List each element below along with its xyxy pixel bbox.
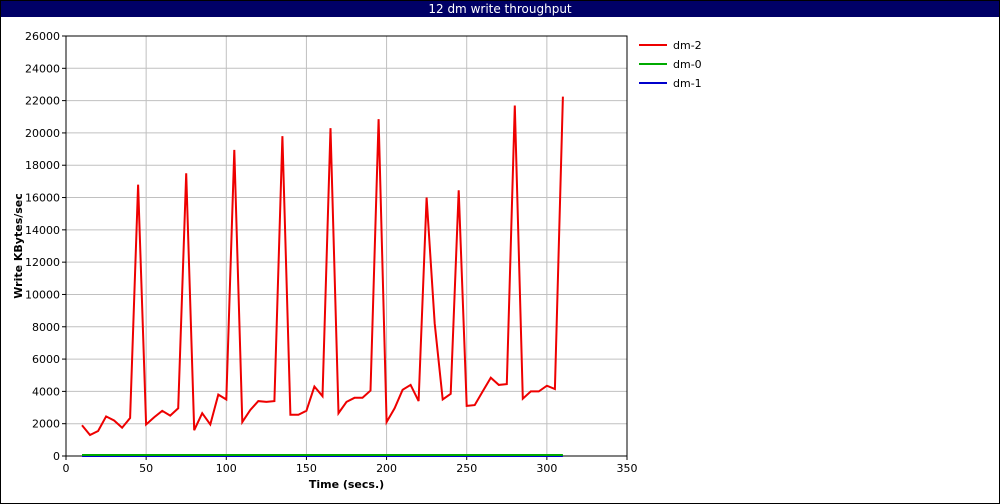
chart-frame: 12 dm write throughput 0 2000 4000 6000 8000… <box>0 0 1000 504</box>
legend: dm-2 dm-0 dm-1 <box>639 39 702 90</box>
y-tick-label: 6000 <box>32 353 60 366</box>
x-tick-label: 250 <box>456 462 477 475</box>
grid <box>66 36 627 456</box>
series-line-dm-2 <box>81 96 564 437</box>
y-tick-label: 16000 <box>25 192 60 205</box>
legend-label-dm-0: dm-0 <box>673 58 702 71</box>
y-tick-label: 24000 <box>25 62 60 75</box>
y-tick-label: 20000 <box>25 127 60 140</box>
y-axis-ticks: 0 2000 4000 6000 8000 10000 12000 14000 16000 180… <box>25 30 66 463</box>
y-tick-label: 2000 <box>32 418 60 431</box>
x-tick-label: 50 <box>139 462 153 475</box>
y-tick-label: 14000 <box>25 224 60 237</box>
y-tick-label: 0 <box>53 450 60 463</box>
throughput-chart: 0200040006000800010000120001400016000180… <box>12 30 702 491</box>
y-tick-label: 8000 <box>32 321 60 334</box>
legend-label-dm-1: dm-1 <box>673 77 702 90</box>
x-tick-label: 350 <box>617 462 638 475</box>
plot-area <box>65 35 628 457</box>
y-tick-label: 4000 <box>32 385 60 398</box>
x-axis-ticks: 0 50 100 150 200 250 300 350 <box>63 456 638 475</box>
x-tick-label: 100 <box>216 462 237 475</box>
y-tick-label: 10000 <box>25 288 60 301</box>
x-tick-label: 200 <box>376 462 397 475</box>
legend-label-dm-2: dm-2 <box>673 39 702 52</box>
x-axis-label: Time (secs.) <box>309 478 384 491</box>
y-tick-label: 26000 <box>25 30 60 43</box>
x-tick-label: 0 <box>63 462 70 475</box>
series-lines <box>81 96 564 457</box>
x-tick-label: 300 <box>536 462 557 475</box>
x-tick-label: 150 <box>296 462 317 475</box>
y-tick-label: 12000 <box>25 256 60 269</box>
y-tick-label: 22000 <box>25 95 60 108</box>
y-tick-label: 18000 <box>25 159 60 172</box>
y-axis-label: Write KBytes/sec <box>12 193 25 299</box>
